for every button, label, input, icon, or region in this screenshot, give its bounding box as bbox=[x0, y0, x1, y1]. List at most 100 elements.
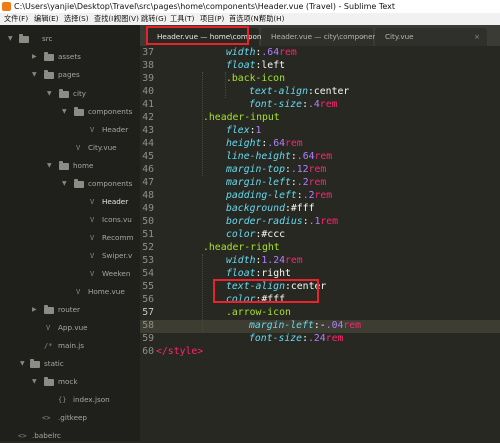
vue-file-icon: V bbox=[90, 270, 95, 278]
code-text: margin-left:-.04rem bbox=[249, 319, 361, 332]
code-token: .1 bbox=[308, 216, 321, 227]
menu-project[interactable]: 项目(P) bbox=[200, 13, 224, 25]
menu-view[interactable]: 视图(V) bbox=[114, 13, 139, 25]
code-token: font-size bbox=[249, 333, 303, 344]
folder-icon bbox=[44, 377, 54, 386]
vue-file-icon: V bbox=[46, 324, 51, 332]
chevron-down-icon[interactable]: ▼ bbox=[32, 375, 37, 389]
code-token: rem bbox=[314, 190, 333, 201]
folder-icon bbox=[74, 179, 84, 188]
code-token: .64 bbox=[261, 47, 280, 58]
chevron-down-icon[interactable]: ▼ bbox=[62, 177, 67, 191]
folder-icon bbox=[44, 52, 54, 61]
menu-edit[interactable]: 编辑(E) bbox=[34, 13, 59, 25]
chevron-down-icon[interactable]: ▼ bbox=[47, 87, 52, 101]
chevron-right-icon[interactable]: ▶ bbox=[32, 303, 37, 317]
tree-label: home bbox=[73, 161, 94, 170]
code-token: color bbox=[226, 229, 256, 240]
tree-file-city-vue[interactable]: V City.vue bbox=[0, 141, 140, 155]
code-token: .12 bbox=[290, 164, 309, 175]
code-text: color:#ccc bbox=[226, 228, 285, 241]
tree-file-home-vue[interactable]: V Home.vue bbox=[0, 285, 140, 299]
code-token: </ bbox=[156, 346, 168, 357]
tree-label: src bbox=[42, 34, 53, 43]
tree-folder-pages[interactable]: ▼ pages bbox=[0, 68, 140, 82]
code-text: .header-input bbox=[203, 111, 280, 124]
code-token: .64 bbox=[296, 151, 315, 162]
tree-file-home-header[interactable]: V Header bbox=[0, 195, 140, 209]
code-token: background bbox=[226, 203, 285, 214]
tree-folder-home-components[interactable]: ▼ components bbox=[0, 177, 140, 191]
code-token: height bbox=[226, 138, 262, 149]
code-token: line-height bbox=[226, 151, 291, 162]
code-token: rem bbox=[285, 138, 303, 149]
code-token: width bbox=[226, 47, 256, 58]
chevron-down-icon[interactable]: ▼ bbox=[20, 357, 25, 371]
code-token: margin-top bbox=[226, 164, 285, 175]
tree-file-swiper[interactable]: V Swiper.v bbox=[0, 249, 140, 263]
tree-file-recommend[interactable]: V Recomm bbox=[0, 231, 140, 245]
tree-label: Home.vue bbox=[88, 287, 125, 296]
tree-folder-mock[interactable]: ▼ mock bbox=[0, 375, 140, 389]
menu-goto[interactable]: 跳转(G) bbox=[141, 13, 167, 25]
chevron-down-icon[interactable]: ▼ bbox=[8, 32, 13, 46]
folder-icon bbox=[44, 70, 54, 79]
sublime-app-icon bbox=[2, 2, 11, 11]
line-number: 44 bbox=[142, 138, 154, 149]
menu-selection[interactable]: 选择(S) bbox=[64, 13, 89, 25]
chevron-down-icon[interactable]: ▼ bbox=[62, 105, 67, 119]
code-token: .04 bbox=[325, 320, 344, 331]
tree-folder-assets[interactable]: ▶ assets bbox=[0, 50, 140, 64]
code-token: flex bbox=[226, 125, 250, 136]
line-number: 43 bbox=[142, 125, 154, 136]
line-number: 37 bbox=[142, 47, 154, 58]
tree-folder-city[interactable]: ▼ city bbox=[0, 87, 140, 101]
tree-file-city-header[interactable]: V Header bbox=[0, 123, 140, 137]
tree-label: Recomm bbox=[102, 233, 134, 242]
tree-folder-router[interactable]: ▶ router bbox=[0, 303, 140, 317]
tab-header-city[interactable]: Header.vue — city\components × bbox=[261, 28, 384, 46]
tree-file-index-json[interactable]: {} index.json bbox=[0, 393, 140, 407]
line-number: 56 bbox=[142, 294, 154, 305]
tree-file-weekend[interactable]: V Weeken bbox=[0, 267, 140, 281]
menu-tools[interactable]: 工具(T) bbox=[170, 13, 194, 25]
code-text: width:1.24rem bbox=[226, 254, 303, 267]
tree-file-main-js[interactable]: /* main.js bbox=[0, 339, 140, 353]
code-token: 1 bbox=[255, 125, 262, 136]
code-token: style bbox=[167, 346, 198, 357]
code-token: .64 bbox=[267, 138, 285, 149]
close-icon[interactable]: × bbox=[360, 28, 366, 46]
chevron-down-icon[interactable]: ▼ bbox=[32, 68, 37, 82]
code-editor[interactable]: 37 width:.64rem 38 float:left 39 .back-icon 40… bbox=[140, 46, 500, 441]
folder-icon bbox=[19, 34, 29, 43]
code-token: rem bbox=[343, 320, 362, 331]
code-text: width:.64rem bbox=[226, 46, 297, 59]
line-number: 59 bbox=[142, 333, 154, 344]
line-number: 42 bbox=[142, 112, 154, 123]
menu-preferences[interactable]: 首选项(N) bbox=[229, 13, 262, 25]
code-token: width bbox=[226, 255, 256, 266]
menu-find[interactable]: 查找(I) bbox=[94, 13, 116, 25]
tree-file-gitkeep[interactable]: <> .gitkeep bbox=[0, 411, 140, 425]
tree-folder-src[interactable]: ▼ src bbox=[0, 32, 140, 46]
close-icon[interactable]: × bbox=[474, 28, 480, 46]
menu-file[interactable]: 文件(F) bbox=[4, 13, 28, 25]
code-text: height:.64rem bbox=[226, 137, 303, 150]
tree-folder-home[interactable]: ▼ home bbox=[0, 159, 140, 173]
code-text: </style> bbox=[156, 345, 203, 358]
tab-city-vue[interactable]: City.vue × bbox=[375, 28, 487, 46]
code-token: padding-left bbox=[226, 190, 297, 201]
code-token: .back-icon bbox=[226, 73, 285, 84]
code-token: rem bbox=[285, 255, 303, 266]
chevron-down-icon[interactable]: ▼ bbox=[47, 159, 52, 173]
chevron-right-icon[interactable]: ▶ bbox=[32, 50, 37, 64]
json-file-icon: {} bbox=[58, 396, 67, 404]
tree-file-icons[interactable]: V Icons.vu bbox=[0, 213, 140, 227]
vue-file-icon: V bbox=[90, 216, 95, 224]
line-number: 53 bbox=[142, 255, 154, 266]
menu-help[interactable]: 帮助(H) bbox=[259, 13, 284, 25]
tree-folder-city-components[interactable]: ▼ components bbox=[0, 105, 140, 119]
tree-file-app-vue[interactable]: V App.vue bbox=[0, 321, 140, 335]
tree-label: index.json bbox=[73, 395, 110, 404]
tree-folder-static[interactable]: ▼ static bbox=[0, 357, 140, 371]
